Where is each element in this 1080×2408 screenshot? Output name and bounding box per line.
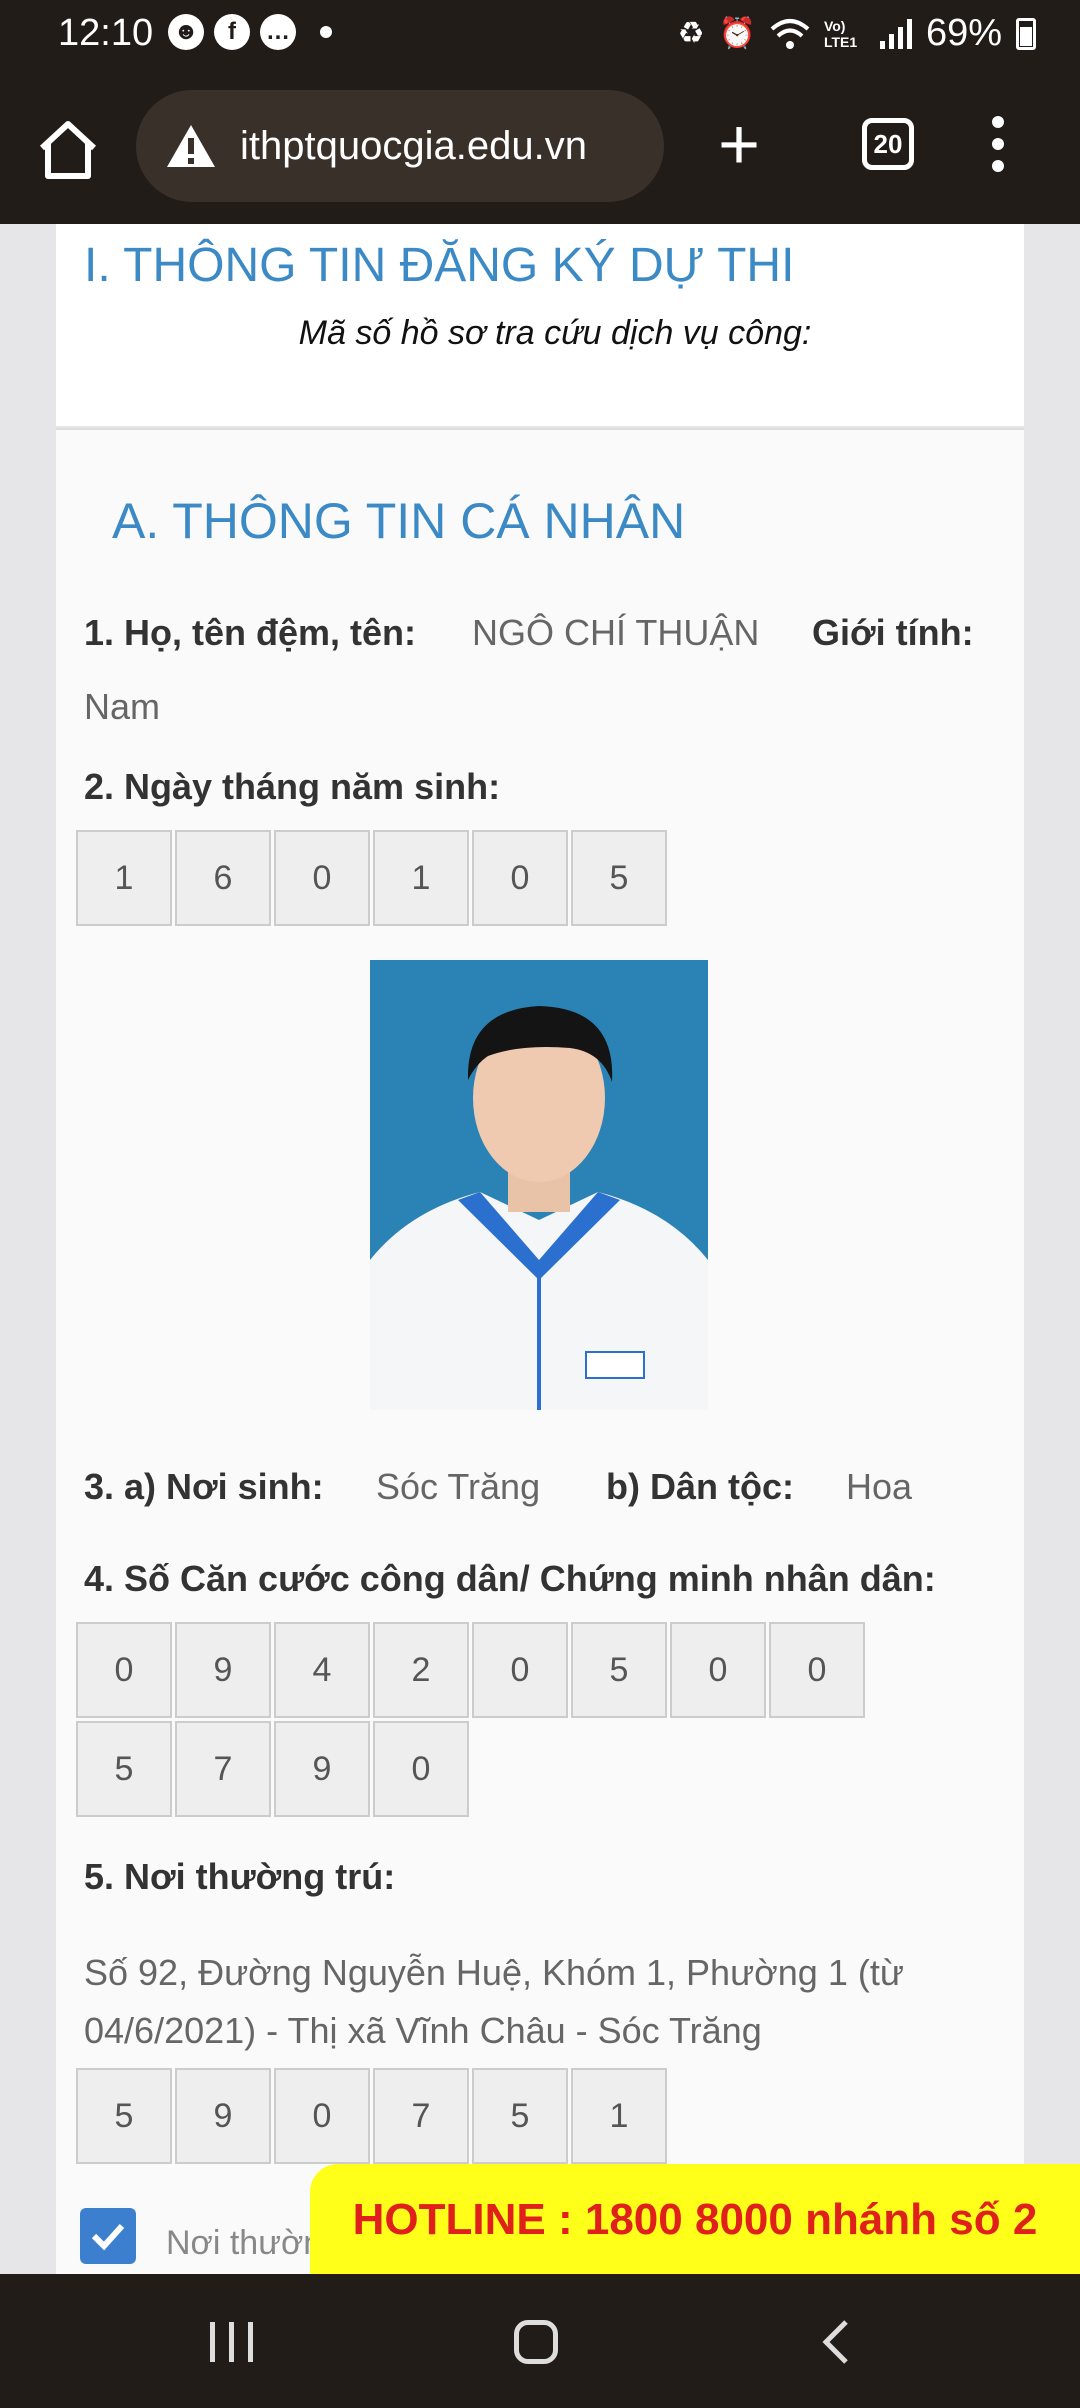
residence-code-digit: 0 [274,2068,370,2164]
id-digit: 4 [274,1622,370,1718]
check-icon [91,2223,125,2251]
dob-boxes: 1 6 0 1 0 5 [76,830,966,929]
back-icon [822,2320,848,2364]
back-button[interactable] [820,2318,852,2371]
ethnicity-label: b) Dân tộc: [606,1466,794,1507]
dob-digit: 1 [76,830,172,926]
tab-switcher-button[interactable]: 20 [862,118,914,170]
recents-button[interactable] [210,2322,253,2362]
battery-percent: 69% [925,12,1002,54]
id-boxes: 0 9 4 2 0 5 0 0 5 7 9 0 [76,1622,966,1820]
alarm-icon: ⏰ [718,17,756,50]
birthplace-label: 3. a) Nơi sinh: [84,1466,324,1507]
dob-digit: 1 [373,830,469,926]
browser-toolbar: ithptquocgia.edu.vn + 20 [0,72,1080,224]
dob-label: 2. Ngày tháng năm sinh: [84,766,501,807]
section-title: I. THÔNG TIN ĐĂNG KÝ DỰ THI [84,239,795,292]
id-digit: 5 [571,1622,667,1718]
menu-button[interactable] [992,116,1004,172]
dob-digit: 0 [274,830,370,926]
id-digit: 0 [373,1721,469,1817]
id-digit: 0 [76,1622,172,1718]
residence-code-digit: 9 [175,2068,271,2164]
id-digit: 7 [175,1721,271,1817]
dot-icon [320,26,332,38]
id-digit: 9 [175,1622,271,1718]
id-digit: 5 [76,1721,172,1817]
ethnicity-value: Hoa [846,1466,913,1507]
id-digit: 0 [769,1622,865,1718]
battery-icon [1016,17,1036,50]
system-nav-bar [0,2274,1080,2408]
recycle-icon: ♻ [677,17,705,50]
id-digit: 2 [373,1622,469,1718]
dob-digit: 5 [571,830,667,926]
birthplace-value: Sóc Trăng [376,1466,541,1507]
residence-checkbox[interactable] [80,2208,136,2264]
record-label: Mã số hồ sơ tra cứu dịch vụ công: [298,314,812,352]
octopus-icon: ☻ [168,14,204,50]
messenger-icon: … [260,14,296,50]
nav-home-button[interactable] [514,2320,558,2364]
new-tab-button[interactable]: + [718,100,760,190]
id-digit: 9 [274,1721,370,1817]
residence-code-boxes: 5 9 0 7 5 1 [76,2068,966,2167]
residence-label: 5. Nơi thường trú: [84,1856,396,1897]
personal-info-title: A. THÔNG TIN CÁ NHÂN [112,493,686,549]
wifi-icon [770,18,810,49]
dob-digit: 0 [472,830,568,926]
notification-icons: ☻ f … [168,14,332,50]
dob-digit: 6 [175,830,271,926]
status-bar: 12:10 ☻ f … ♻ ⏰ Vo) LTE1 69% [0,0,1080,72]
gender-value: Nam [84,686,161,727]
name-value: NGÔ CHÍ THUẬN [472,612,760,653]
hotline-banner[interactable]: HOTLINE : 1800 8000 nhánh số 2 [310,2164,1080,2276]
status-time: 12:10 [58,12,154,54]
residence-code-digit: 1 [571,2068,667,2164]
home-icon [39,121,97,179]
warning-icon[interactable] [162,121,220,171]
gender-label: Giới tính: [812,612,974,653]
system-icons: ♻ ⏰ Vo) LTE1 69% [678,12,1036,55]
name-label: 1. Họ, tên đệm, tên: [84,612,417,653]
signal-icon [879,18,912,49]
home-button[interactable] [30,112,106,188]
volte-icon: Vo) LTE1 [823,17,858,50]
residence-code-digit: 5 [76,2068,172,2164]
residence-code-digit: 7 [373,2068,469,2164]
address-bar[interactable]: ithptquocgia.edu.vn [136,90,664,202]
candidate-photo [370,960,708,1410]
page-content: I. THÔNG TIN ĐĂNG KÝ DỰ THI Mã số hồ sơ … [0,224,1080,2274]
id-digit: 0 [670,1622,766,1718]
residence-value: Số 92, Đường Nguyễn Huệ, Khóm 1, Phường … [84,1952,904,2051]
id-digit: 0 [472,1622,568,1718]
residence-code-digit: 5 [472,2068,568,2164]
url-text[interactable]: ithptquocgia.edu.vn [240,124,660,169]
facebook-icon: f [214,14,250,50]
id-label: 4. Số Căn cước công dân/ Chứng minh nhân… [84,1558,936,1599]
